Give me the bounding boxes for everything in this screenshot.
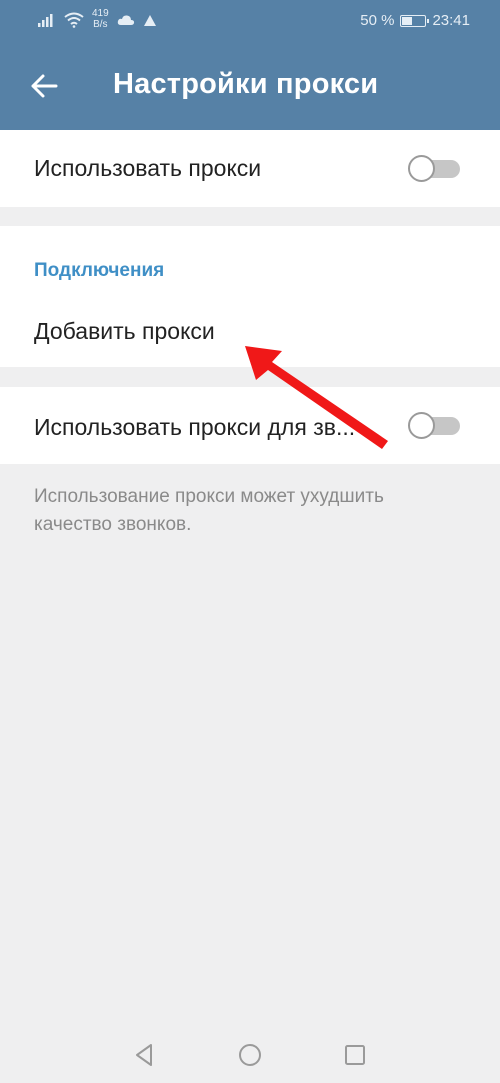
- net-speed: 419 B/s: [92, 8, 109, 30]
- use-proxy-row[interactable]: Использовать прокси: [0, 130, 500, 207]
- cloud-icon: [117, 15, 134, 25]
- net-speed-value: 419: [92, 8, 109, 19]
- notification-icon: [143, 15, 156, 26]
- status-icons-right: 50 % 23:41: [360, 12, 470, 29]
- triangle-back-icon[interactable]: [131, 1042, 157, 1068]
- system-nav-bar: [0, 1020, 500, 1083]
- toggle-thumb: [408, 155, 435, 182]
- connections-section: Подключения Добавить прокси: [0, 226, 500, 367]
- square-recents-icon[interactable]: [342, 1042, 368, 1068]
- status-bar: 419 B/s 50 % 23:41: [0, 0, 500, 42]
- battery-percent: 50 %: [360, 12, 395, 29]
- toggle-thumb: [408, 412, 435, 439]
- connections-header: Подключения: [34, 260, 165, 281]
- arrow-left-icon[interactable]: [30, 72, 58, 100]
- net-speed-unit: B/s: [93, 19, 108, 30]
- circle-home-icon[interactable]: [237, 1042, 263, 1068]
- app-bar: Настройки прокси: [0, 42, 500, 130]
- status-icons-left: 419 B/s: [38, 8, 157, 30]
- calls-hint: Использование прокси может ухудшить каче…: [34, 486, 384, 535]
- use-proxy-calls-row[interactable]: Использовать прокси для зв...: [0, 387, 500, 464]
- use-proxy-label: Использовать прокси: [34, 155, 262, 181]
- signal-icon: [38, 14, 53, 27]
- wifi-icon: [64, 12, 84, 28]
- add-proxy-item[interactable]: Добавить прокси: [34, 318, 215, 345]
- battery-fill: [402, 16, 413, 25]
- clock: 23:41: [432, 12, 470, 29]
- battery-icon: [400, 14, 430, 27]
- use-proxy-calls-toggle[interactable]: [408, 412, 460, 439]
- page-title: Настройки прокси: [113, 68, 379, 100]
- use-proxy-toggle[interactable]: [408, 155, 460, 182]
- use-proxy-calls-label: Использовать прокси для зв...: [34, 414, 356, 440]
